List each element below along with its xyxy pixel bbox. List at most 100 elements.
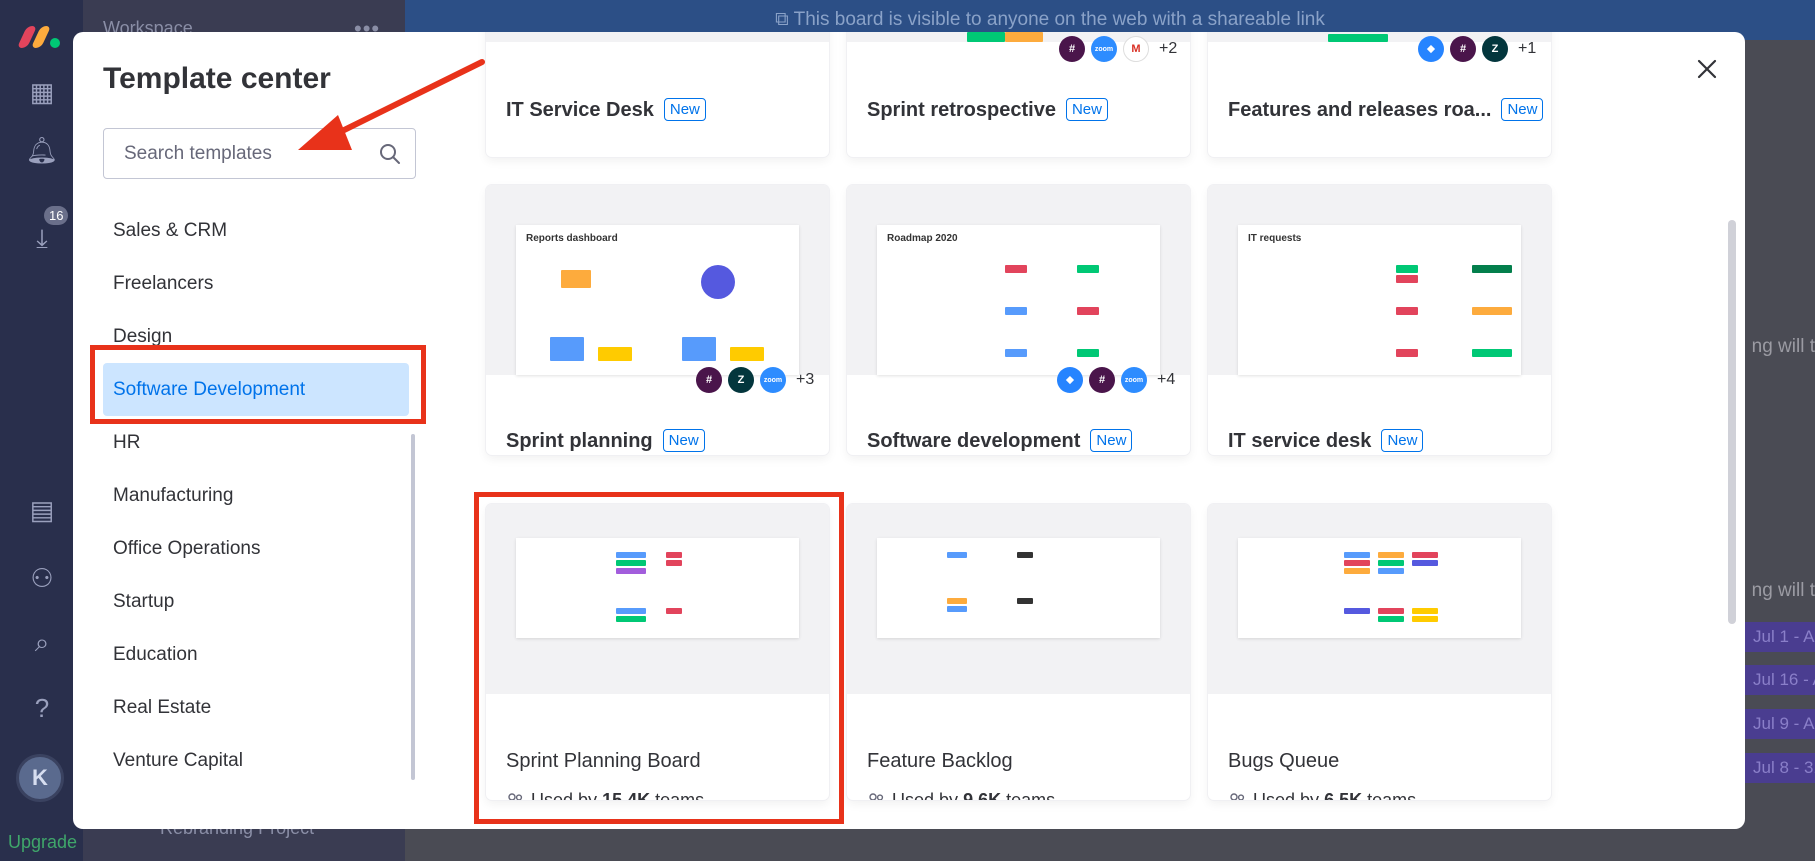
template-thumbnail: Roadmap 2020 <box>847 185 1190 375</box>
avatar[interactable]: K <box>16 754 64 802</box>
category-list: Sales & CRM Freelancers Design Software … <box>103 204 423 787</box>
thumbnail-cell <box>1396 275 1418 283</box>
usage-line: Used by 9.6K teams <box>867 790 1055 800</box>
background-timeline-pill: Jul 16 - Au <box>1745 665 1815 695</box>
thumbnail-document: Reports dashboard <box>516 225 799 375</box>
monday-logo-icon <box>16 22 64 50</box>
share-icon: ⧉ <box>775 9 794 30</box>
thumbnail-cell <box>1017 552 1033 558</box>
zoom-icon: zoom <box>1121 367 1147 393</box>
thumbnail-chart-bar <box>550 337 584 361</box>
thumbnail-title: Reports dashboard <box>526 233 618 244</box>
thumbnail-cell <box>1378 568 1404 574</box>
category-office-operations[interactable]: Office Operations <box>103 522 409 575</box>
zoom-icon: zoom <box>1091 36 1117 62</box>
background-text-fragment: ng will t <box>1751 580 1815 601</box>
grid-icon[interactable]: ▦ <box>24 74 60 110</box>
bell-icon[interactable]: 🔔︎ <box>24 132 60 168</box>
usage-suffix: teams <box>1006 790 1056 800</box>
slack-icon: # <box>1450 36 1476 62</box>
category-startup[interactable]: Startup <box>103 575 409 628</box>
integrations-more: +2 <box>1159 40 1178 57</box>
thumbnail-cell <box>1412 560 1438 566</box>
new-badge: New <box>1501 98 1544 121</box>
template-card[interactable]: IT requests IT service desk New <box>1208 185 1551 455</box>
background-timeline-pill: Jul 9 - Aug <box>1745 709 1815 739</box>
card-title: Features and releases roa... <box>1228 99 1492 121</box>
card-title-row: IT Service Desk New <box>506 98 706 122</box>
thumbnail-cell <box>1017 598 1033 604</box>
thumbnail-cell <box>1077 349 1099 357</box>
category-real-estate[interactable]: Real Estate <box>103 681 409 734</box>
people-icon <box>869 793 884 800</box>
help-icon[interactable]: ? <box>24 690 60 726</box>
thumbnail-cell <box>1077 307 1099 315</box>
new-badge: New <box>1065 98 1108 121</box>
card-title: Feature Backlog <box>867 750 1013 772</box>
upgrade-link[interactable]: Upgrade <box>8 832 77 853</box>
template-center-modal: Template center Sales & CRM Freelancers … <box>73 32 1745 829</box>
thumbnail-chart-bar <box>561 270 591 288</box>
thumbnail-chart-bar <box>730 347 764 361</box>
thumbnail-chart-bar <box>682 337 716 361</box>
category-venture-capital[interactable]: Venture Capital <box>103 734 409 787</box>
thumbnail-chart-bar <box>598 347 632 361</box>
category-scrollbar[interactable] <box>411 434 415 780</box>
category-sales-crm[interactable]: Sales & CRM <box>103 204 409 257</box>
search-input[interactable] <box>104 129 415 178</box>
calendar-icon[interactable]: ▤ <box>24 492 60 528</box>
thumbnail-cell <box>1344 560 1370 566</box>
card-title-row: Sprint planning New <box>506 429 705 453</box>
thumbnail-cell <box>967 32 1005 42</box>
search-icon[interactable] <box>378 142 402 166</box>
template-card[interactable]: ⬥ # Z +1 Features and releases roa... New <box>1208 32 1551 157</box>
zoom-icon: zoom <box>760 367 786 393</box>
card-title: IT Service Desk <box>506 99 654 121</box>
card-title: IT service desk <box>1228 430 1372 452</box>
thumbnail-cell <box>1412 608 1438 614</box>
close-icon[interactable] <box>1690 52 1724 86</box>
new-badge: New <box>1381 429 1424 452</box>
category-education[interactable]: Education <box>103 628 409 681</box>
gmail-icon: M <box>1123 36 1149 62</box>
thumbnail-cell <box>1396 349 1418 357</box>
modal-title: Template center <box>103 62 331 95</box>
card-title-row: Software development New <box>867 429 1133 453</box>
template-card[interactable]: Roadmap 2020 ⬥ # zoom +4 Software develo… <box>847 185 1190 455</box>
background-timeline-pill: Jul 1 - Aug <box>1745 622 1815 652</box>
background-timeline-pill: Jul 8 - 31 <box>1745 753 1815 783</box>
highlight-box-template <box>474 492 844 824</box>
card-title: Sprint planning <box>506 430 653 452</box>
usage-suffix: teams <box>1367 790 1417 800</box>
integrations-row: # Z zoom +3 <box>696 365 814 395</box>
search-icon[interactable]: ⌕ <box>24 624 60 660</box>
category-manufacturing[interactable]: Manufacturing <box>103 469 409 522</box>
inbox-download-icon[interactable]: ⤓ <box>24 220 60 256</box>
zendesk-icon: Z <box>1482 36 1508 62</box>
thumbnail-cell <box>1077 265 1099 273</box>
thumbnail-cell <box>1344 568 1370 574</box>
thumbnail-cell <box>1378 552 1404 558</box>
template-card[interactable]: Bugs Queue Used by 6.5K teams <box>1208 504 1551 800</box>
category-freelancers[interactable]: Freelancers <box>103 257 409 310</box>
content-scrollbar[interactable] <box>1728 220 1736 624</box>
template-card[interactable]: Feature Backlog Used by 9.6K teams <box>847 504 1190 800</box>
thumbnail-document: Roadmap 2020 <box>877 225 1160 375</box>
thumbnail-cell <box>1378 560 1404 566</box>
thumbnail-cell <box>947 552 967 558</box>
template-card[interactable]: IT Service Desk New <box>486 32 829 157</box>
new-badge: New <box>662 429 705 452</box>
thumbnail-cell <box>1412 552 1438 558</box>
background-text-fragment: ng will t <box>1751 336 1815 357</box>
thumbnail-title: Roadmap 2020 <box>887 233 958 244</box>
template-card[interactable]: # zoom M +2 Sprint retrospective New <box>847 32 1190 157</box>
integrations-more: +1 <box>1518 40 1537 57</box>
template-thumbnail <box>486 32 829 42</box>
search-box[interactable] <box>103 128 416 179</box>
thumbnail-cell <box>1472 349 1512 357</box>
add-user-icon[interactable]: ⚇ <box>24 560 60 596</box>
template-thumbnail: Reports dashboard <box>486 185 829 375</box>
template-card[interactable]: Reports dashboard # Z zoom +3 Sprint pla… <box>486 185 829 455</box>
app-rail: ▦ 🔔︎ ⤓ 16 ▤ ⚇ ⌕ ? K Upgrade <box>0 0 83 861</box>
integrations-row: # zoom M +2 <box>1059 34 1177 64</box>
